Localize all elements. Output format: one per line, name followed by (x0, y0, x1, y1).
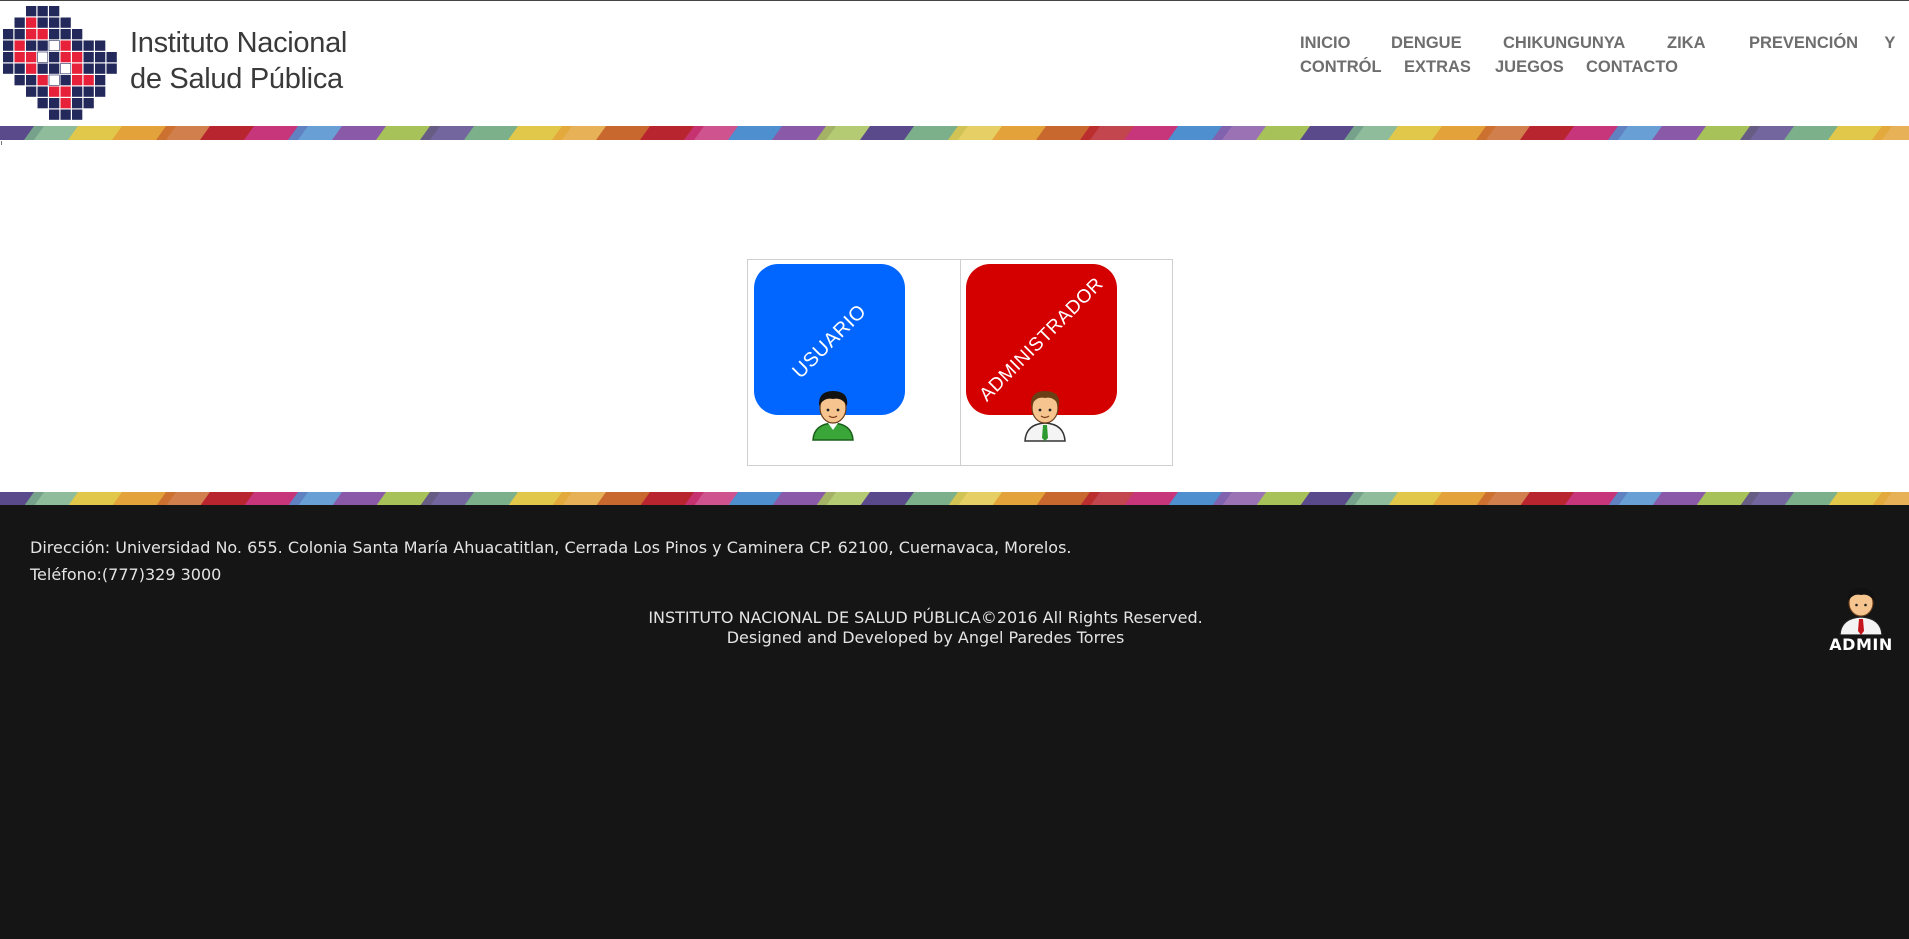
nav-item-extras[interactable]: EXTRAS (1404, 58, 1471, 77)
nav-item-juegos[interactable]: JUEGOS (1495, 58, 1564, 77)
credits-text: Designed and Developed by Angel Paredes … (726, 627, 1125, 647)
nav-item-inicio[interactable]: INICIO (1300, 34, 1350, 53)
nav-item-control[interactable]: CONTRÓL (1300, 58, 1382, 77)
usuario-button-label: USUARIO (787, 299, 871, 383)
brand-name[interactable]: Instituto Nacional de Salud Pública (130, 25, 347, 97)
site-header: Instituto Nacional de Salud Pública INIC… (0, 1, 1909, 125)
nav-item-contacto[interactable]: CONTACTO (1586, 58, 1678, 77)
brand-line-2: de Salud Pública (130, 63, 343, 95)
admin-avatar-icon[interactable] (1020, 386, 1070, 442)
nav-item-zika[interactable]: ZIKA (1667, 34, 1706, 53)
brand-line-1: Instituto Nacional (130, 27, 348, 59)
nav-item-prevencion[interactable]: PREVENCIÓN Y (1749, 34, 1895, 53)
copyright-text: INSTITUTO NACIONAL DE SALUD PÚBLICA©2016… (648, 608, 1203, 627)
decorative-color-stripe-bottom (0, 491, 1909, 506)
nav-item-chikungunya[interactable]: CHIKUNGUNYA (1503, 34, 1625, 53)
insp-logo-icon[interactable] (0, 4, 120, 124)
admin-person-icon (1839, 588, 1883, 635)
stray-mark (1, 141, 2, 145)
contact-info: Dirección: Universidad No. 655. Colonia … (30, 534, 1072, 588)
admin-login-link[interactable]: ADMIN (1826, 585, 1896, 654)
nav-item-dengue[interactable]: DENGUE (1391, 34, 1462, 53)
address-text: Dirección: Universidad No. 655. Colonia … (30, 538, 1072, 557)
site-footer: Dirección: Universidad No. 655. Colonia … (0, 505, 1909, 939)
table-divider (960, 260, 961, 465)
role-selection-table: USUARIO ADMINISTRADOR (747, 259, 1173, 466)
phone-text: Teléfono:(777)329 3000 (30, 565, 222, 584)
decorative-color-stripe-top (0, 125, 1909, 140)
copyright-block: INSTITUTO NACIONAL DE SALUD PÚBLICA©2016… (0, 608, 1851, 647)
user-avatar-icon[interactable] (808, 386, 858, 442)
admin-label: ADMIN (1829, 635, 1893, 654)
